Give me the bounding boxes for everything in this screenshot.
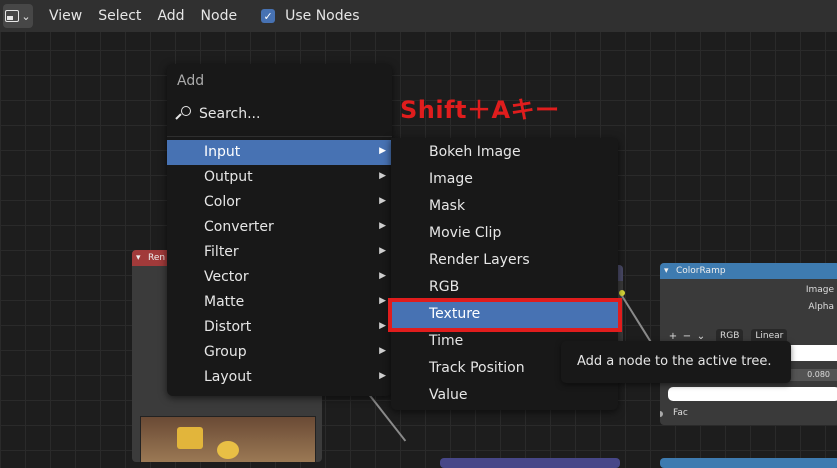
output-socket[interactable]	[619, 290, 625, 296]
submenu-arrow-icon: ▶	[379, 146, 386, 156]
menu-item-label: Matte	[204, 294, 245, 310]
submenu-item-mask[interactable]: Mask	[391, 193, 618, 220]
use-nodes-checkbox[interactable]: ✓	[261, 9, 276, 23]
submenu-item-bokeh-image[interactable]: Bokeh Image	[391, 139, 618, 166]
menu-add[interactable]: Add	[157, 8, 184, 24]
menu-item-label: Converter	[204, 219, 274, 235]
checkmark-icon: ✓	[263, 9, 273, 23]
menu-item-filter[interactable]: Filter ▶	[167, 240, 392, 265]
submenu-item-render-layers[interactable]: Render Layers	[391, 247, 618, 274]
menu-item-label: Input	[204, 144, 241, 160]
background-node-3[interactable]	[440, 458, 620, 468]
output-image-label: Image	[805, 285, 834, 295]
submenu-item-label: Track Position	[429, 360, 525, 376]
menu-select[interactable]: Select	[98, 8, 141, 24]
menu-search[interactable]: Search...	[175, 106, 260, 122]
editor-type-selector[interactable]: ⌄	[3, 4, 33, 28]
color-swatch[interactable]	[668, 387, 837, 401]
menu-item-color[interactable]: Color ▶	[167, 190, 392, 215]
submenu-arrow-icon: ▶	[379, 171, 386, 181]
submenu-arrow-icon: ▶	[379, 196, 386, 206]
submenu-arrow-icon: ▶	[379, 296, 386, 306]
search-icon	[175, 106, 191, 122]
submenu-item-label: Bokeh Image	[429, 144, 521, 160]
menu-item-label: Distort	[204, 319, 252, 335]
submenu-item-label: Movie Clip	[429, 225, 502, 241]
submenu-arrow-icon: ▶	[379, 371, 386, 381]
menu-item-group[interactable]: Group ▶	[167, 340, 392, 365]
background-node-4[interactable]	[660, 458, 837, 468]
menu-item-distort[interactable]: Distort ▶	[167, 315, 392, 340]
editor-type-icon	[5, 10, 20, 22]
node-editor-header: ⌄ View Select Add Node ✓ Use Nodes	[0, 0, 837, 32]
tooltip-text: Add a node to the active tree.	[577, 354, 772, 369]
menu-divider	[167, 136, 392, 137]
preview-cube	[177, 427, 203, 449]
menu-item-vector[interactable]: Vector ▶	[167, 265, 392, 290]
add-stop-button[interactable]: +	[666, 331, 680, 342]
menu-item-label: Filter	[204, 244, 239, 260]
submenu-arrow-icon: ▶	[379, 346, 386, 356]
submenu-arrow-icon: ▶	[379, 221, 386, 231]
submenu-item-label: RGB	[429, 279, 460, 295]
menu-item-label: Group	[204, 344, 247, 360]
menu-view[interactable]: View	[49, 8, 82, 24]
submenu-item-label: Mask	[429, 198, 466, 214]
use-nodes-label: Use Nodes	[285, 8, 360, 24]
fac-input-socket[interactable]	[660, 411, 663, 417]
shortcut-annotation: Shift＋Aキー	[400, 96, 560, 124]
chevron-down-icon: ⌄	[21, 9, 31, 23]
render-preview-thumbnail	[140, 416, 316, 462]
menu-node[interactable]: Node	[201, 8, 238, 24]
add-menu: Add Search... Input ▶ Output ▶ Color ▶ Conv…	[167, 64, 392, 396]
submenu-item-label: Value	[429, 387, 468, 403]
remove-stop-button[interactable]: −	[680, 331, 694, 342]
menu-item-label: Layout	[204, 369, 252, 385]
submenu-item-image[interactable]: Image	[391, 166, 618, 193]
submenu-item-label: Image	[429, 171, 473, 187]
chevron-down-icon[interactable]: ⌄	[694, 331, 708, 342]
submenu-arrow-icon: ▶	[379, 321, 386, 331]
submenu-item-label: Render Layers	[429, 252, 530, 268]
menu-item-label: Vector	[204, 269, 249, 285]
submenu-item-label: Time	[429, 333, 464, 349]
menu-item-output[interactable]: Output ▶	[167, 165, 392, 190]
menu-item-matte[interactable]: Matte ▶	[167, 290, 392, 315]
fac-input-label: Fac	[673, 408, 688, 418]
submenu-item-value[interactable]: Value	[391, 382, 618, 409]
texture-highlight-box	[388, 298, 622, 332]
submenu-item-rgb[interactable]: RGB	[391, 274, 618, 301]
menu-item-layout[interactable]: Layout ▶	[167, 365, 392, 390]
search-label: Search...	[199, 106, 261, 122]
submenu-item-movie-clip[interactable]: Movie Clip	[391, 220, 618, 247]
submenu-arrow-icon: ▶	[379, 246, 386, 256]
add-menu-items: Input ▶ Output ▶ Color ▶ Converter ▶ Filter ▶…	[167, 140, 392, 390]
colorramp-node-header: ColorRamp	[660, 263, 837, 279]
menu-item-label: Color	[204, 194, 241, 210]
preview-object	[217, 441, 239, 459]
menu-item-input[interactable]: Input ▶	[167, 140, 392, 165]
menu-title: Add	[177, 73, 205, 89]
submenu-arrow-icon: ▶	[379, 271, 386, 281]
menu-item-converter[interactable]: Converter ▶	[167, 215, 392, 240]
menu-item-label: Output	[204, 169, 253, 185]
tooltip: Add a node to the active tree.	[561, 341, 791, 383]
output-alpha-label: Alpha	[808, 302, 834, 312]
